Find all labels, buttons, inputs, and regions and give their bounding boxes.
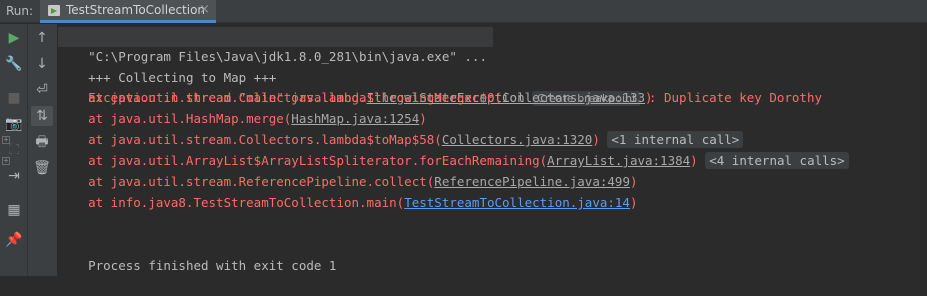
stack-frame-line: at java.util.stream.ReferencePipeline.co… — [58, 172, 927, 192]
frame-source-link[interactable]: ArrayList.java:1384 — [547, 153, 690, 168]
console-line-exit: Process finished with exit code 1 — [58, 236, 927, 273]
stack-frame-line: at java.util.ArrayList$ArrayListSplitera… — [58, 151, 927, 171]
close-icon[interactable]: × — [199, 2, 210, 17]
stop-icon[interactable]: ■ — [3, 88, 25, 108]
console-line-exception: Exception in thread "main" java.lang.Ill… — [58, 68, 927, 106]
soft-wrap-icon[interactable]: ⏎ — [31, 80, 53, 100]
console-line-collecting: +++ Collecting to Map +++ — [58, 48, 927, 85]
console-line-command: "C:\Program Files\Java\jdk1.8.0_281\bin\… — [58, 27, 493, 64]
up-arrow-icon[interactable]: ↑ — [31, 28, 53, 48]
internal-calls-badge[interactable]: <4 internal calls> — [705, 152, 849, 169]
trash-icon[interactable]: 🗑 — [31, 158, 53, 178]
internal-calls-badge[interactable]: <1 internal call> — [607, 131, 744, 148]
frame-method: at java.util.stream.ReferencePipeline.co… — [58, 174, 435, 189]
print-icon[interactable]: 🖶 — [31, 132, 53, 152]
pin-icon[interactable]: 📌 — [3, 230, 25, 250]
frame-suffix: ) — [629, 174, 638, 189]
layout-icon[interactable]: ▦ — [3, 200, 25, 220]
frame-source-link[interactable]: Collectors.java:1320 — [442, 132, 593, 147]
settings-icon[interactable]: 🔧 — [3, 54, 25, 74]
frame-source-link[interactable]: TestStreamToCollection.java:14 — [404, 195, 630, 210]
run-config-icon — [48, 5, 60, 16]
frame-suffix: ) — [690, 153, 706, 168]
frame-source-link[interactable]: ReferencePipeline.java:499 — [434, 174, 630, 189]
frame-method: at java.util.ArrayList$ArrayListSplitera… — [58, 153, 548, 168]
expand-fold-icon[interactable]: + — [2, 157, 10, 165]
stack-frame-line: at info.java8.TestStreamToCollection.mai… — [58, 193, 927, 213]
frame-suffix: ) — [419, 111, 427, 126]
run-label: Run: — [6, 4, 34, 18]
exit-icon[interactable]: ⇥ — [3, 166, 25, 186]
expand-fold-icon[interactable]: + — [2, 136, 10, 144]
stack-frame-line: at java.util.stream.Collectors.lambda$th… — [58, 88, 927, 108]
console-output[interactable]: "C:\Program Files\Java\jdk1.8.0_281\bin\… — [2, 24, 927, 276]
frame-method: at java.util.HashMap.merge( — [58, 111, 292, 126]
run-tool-window-header: Run: TestStreamToCollection × — [0, 0, 927, 23]
frame-source-link[interactable]: HashMap.java:1254 — [291, 111, 419, 126]
frame-suffix: ) — [629, 195, 638, 210]
exit-text: Process finished with exit code 1 — [88, 258, 337, 273]
stack-frame-line: at java.util.stream.Collectors.lambda$to… — [58, 130, 927, 150]
camera-icon[interactable]: 📷 — [3, 114, 25, 134]
frame-method: at java.util.stream.Collectors.lambda$to… — [58, 132, 442, 147]
frame-suffix: ) — [592, 132, 608, 147]
tab-title: TestStreamToCollection — [66, 3, 206, 17]
tab-test-stream-to-collection[interactable]: TestStreamToCollection × — [40, 0, 216, 23]
console-toolbar: ↑ ↓ ⏎ ⇅ 🖶 🗑 — [28, 24, 58, 276]
run-toolbar: ▶ 🔧 ■ 📷 ⛶ ⇥ ▦ 📌 — [0, 24, 28, 276]
rerun-icon[interactable]: ▶ — [3, 28, 25, 48]
down-arrow-icon[interactable]: ↓ — [31, 54, 53, 74]
frame-method: at info.java8.TestStreamToCollection.mai… — [58, 195, 405, 210]
stack-frame-line: at java.util.HashMap.merge(HashMap.java:… — [58, 109, 927, 129]
frame-method: at java.util.stream.Collectors.lambda$th… — [58, 90, 503, 105]
frame-source-link[interactable]: Collectors.java:133 — [502, 90, 645, 105]
scroll-to-end-icon[interactable]: ⇅ — [31, 106, 53, 126]
frame-suffix: ) — [645, 90, 653, 105]
